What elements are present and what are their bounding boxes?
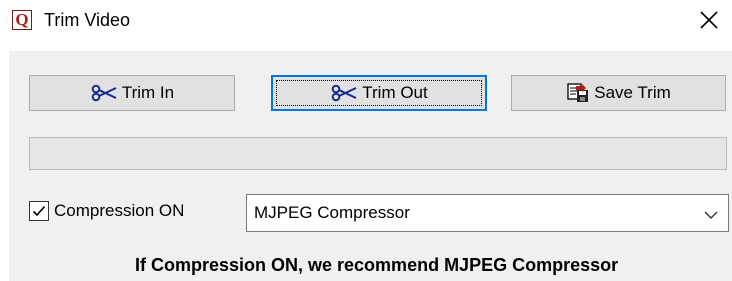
scissors-icon [330,84,358,102]
scissors-icon [90,84,118,102]
close-button[interactable] [696,7,722,33]
dialog-body: Trim In Trim Out Save Trim Compression O… [9,51,732,281]
save-trim-label: Save Trim [594,83,671,102]
compression-toggle[interactable]: Compression ON [29,196,184,226]
save-trim-button[interactable]: Save Trim [511,75,726,111]
trim-out-button[interactable]: Trim Out [271,75,487,111]
compression-recommendation-text: If Compression ON, we recommend MJPEG Co… [135,255,619,275]
title-bar[interactable]: Q Trim Video [0,0,732,52]
compression-checkbox[interactable] [29,201,49,221]
save-disk-icon [566,82,590,104]
chevron-down-icon [704,207,718,225]
compressor-selected-value: MJPEG Compressor [254,203,410,222]
checkmark-icon [32,205,46,217]
compression-label: Compression ON [54,201,185,220]
trim-out-label: Trim Out [362,83,428,102]
app-logo-icon: Q [12,10,32,30]
trim-in-label: Trim In [121,83,175,102]
compressor-select[interactable]: MJPEG Compressor [246,194,729,232]
close-icon [696,7,722,33]
trim-in-button[interactable]: Trim In [29,75,235,111]
trim-progress-bar [29,137,727,170]
window-title: Trim Video [44,10,131,30]
